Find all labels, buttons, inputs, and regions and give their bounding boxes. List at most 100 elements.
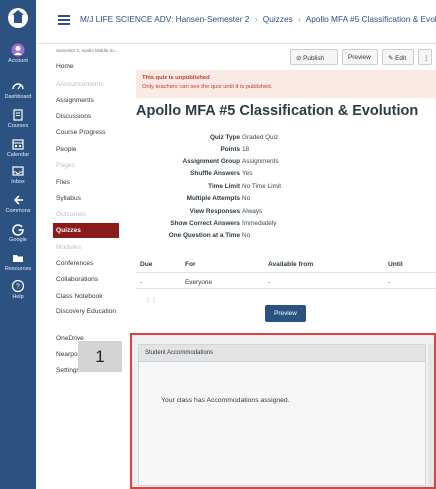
detail-value: Graded Quiz [242,134,279,141]
course-nav-settings[interactable]: Settings [56,367,80,374]
dashboard-icon [12,83,24,90]
cell-due: - [140,279,143,286]
detail-label: Assignment Group [182,158,240,165]
course-nav: Semester 2, Apollo Middle Sc... Home Ann… [36,44,130,489]
preview-button[interactable]: Preview [265,305,306,322]
more-options-button[interactable]: ⋮ [418,49,432,65]
detail-row: One Question at a Time No [136,232,436,243]
preview-toolbar-button[interactable]: Preview [342,49,378,65]
breadcrumb: M/J LIFE SCIENCE ADV: Hansen-Semester 2 … [80,14,436,24]
nav-google[interactable]: Google [0,222,36,244]
column-header-until: Until [388,261,403,268]
course-nav-modules[interactable]: Modules [56,244,81,251]
nav-label: Commons [5,208,31,214]
nav-label: Courses [7,123,29,129]
detail-row: View Responses Always [136,208,436,219]
detail-row: Quiz Type Graded Quiz [136,134,436,145]
course-nav-course-progress[interactable]: Course Progress [56,129,105,136]
accommodations-card: Student Accommodations Your class has Ac… [138,344,426,486]
alert-message: Only teachers can see the quiz until it … [142,84,273,90]
detail-label: One Question at a Time [168,232,240,239]
detail-value: 18 [242,146,250,153]
course-nav-announcements[interactable]: Announcements [56,81,104,88]
nav-help[interactable]: ? Help [0,279,36,301]
cell-for: Everyone [185,279,212,286]
course-nav-quizzes[interactable]: Quizzes [53,223,119,238]
folder-icon [13,255,23,262]
nav-label: Account [8,58,28,64]
page-title: Apollo MFA #5 Classification & Evolution [136,103,419,119]
detail-row: Time Limit No Time Limit [136,183,436,194]
nav-account[interactable]: Account [0,43,36,65]
course-nav-class-notebook[interactable]: Class Notebook [56,293,103,300]
edit-button[interactable]: ✎ Edit [382,49,414,65]
course-nav-people[interactable]: People [56,146,77,153]
detail-value: No Time Limit [242,183,282,190]
nav-commons[interactable]: Commons [0,193,36,215]
course-nav-assignments[interactable]: Assignments [56,97,94,104]
detail-row: Show Correct Answers Immediately [136,220,436,231]
detail-row: Multiple Attempts No [136,195,436,206]
course-nav-discovery-education[interactable]: Discovery Education [56,308,118,316]
accommodations-panel: Student Accommodations Your class has Ac… [130,333,436,489]
nav-label: Resources [4,266,32,272]
course-nav-home[interactable]: Home [56,63,74,70]
course-nav-outcomes[interactable]: Outcomes [56,211,86,218]
publish-button[interactable]: ⊘ Publish [290,49,338,65]
accommodations-message: Your class has Accommodations assigned. [161,397,290,404]
table-header: Due For Available from Until [136,257,436,273]
column-header-for: For [185,261,196,268]
detail-row: Shuffle Answers Yes [136,170,436,181]
column-header-available: Available from [268,261,314,268]
detail-value: No [242,195,251,202]
cell-available: - [268,279,271,286]
detail-label: View Responses [189,208,240,215]
nav-label: Help [12,294,24,300]
term-label: Semester 2, Apollo Middle Sc... [56,48,119,53]
help-icon: ? [11,279,25,293]
detail-label: Points [220,146,240,153]
detail-value: Always [242,208,263,215]
course-nav-collaborations[interactable]: Collaborations [56,276,98,283]
inbox-icon [12,166,24,176]
calendar-icon [12,139,24,150]
detail-label: Quiz Type [209,134,240,141]
step-number-badge: 1 [78,341,122,372]
detail-row: Assignment Group Assignments [136,158,436,169]
detail-label: Multiple Attempts [186,195,240,202]
svg-text:?: ? [16,284,20,291]
user-icon [11,43,25,57]
publish-label: Publish [303,55,325,62]
nav-inbox[interactable]: Inbox [0,164,36,186]
column-header-due: Due [140,261,153,268]
course-nav-discussions[interactable]: Discussions [56,113,91,120]
detail-row: Points 18 [136,146,436,157]
course-nav-syllabus[interactable]: Syllabus [56,195,81,202]
detail-label: Show Correct Answers [170,220,240,227]
breadcrumb-course-link[interactable]: M/J LIFE SCIENCE ADV: Hansen-Semester 2 [80,14,249,24]
chevron-right-icon: › [254,14,258,24]
detail-value: Immediately [242,220,277,227]
detail-value: No [242,232,251,239]
nav-resources[interactable]: Resources [0,251,36,273]
unpublished-alert: This quiz is unpublished Only teachers c… [136,70,436,98]
nav-label: Google [9,237,27,243]
course-nav-conferences[interactable]: Conferences [56,260,93,267]
detail-value: Assignments [242,158,279,165]
nav-dashboard[interactable]: Dashboard [0,79,36,101]
course-nav-files[interactable]: Files [56,179,70,186]
book-icon [13,109,23,121]
breadcrumb-quizzes-link[interactable]: Quizzes [263,14,293,24]
canvas-logo-icon[interactable] [7,6,29,30]
detail-label: Shuffle Answers [190,170,240,177]
course-nav-pages[interactable]: Pages [56,162,75,169]
scrollbar[interactable] [428,344,434,486]
hamburger-menu-icon[interactable] [58,15,70,25]
table-row: - Everyone - - [136,275,436,289]
nav-courses[interactable]: Courses [0,108,36,130]
breadcrumb-current-page: Apollo MFA #5 Classification & Evolution [305,14,436,24]
commons-icon [13,195,23,205]
edit-label: Edit [395,55,407,62]
nav-calendar[interactable]: Calendar [0,137,36,159]
alert-title: This quiz is unpublished [142,75,210,81]
